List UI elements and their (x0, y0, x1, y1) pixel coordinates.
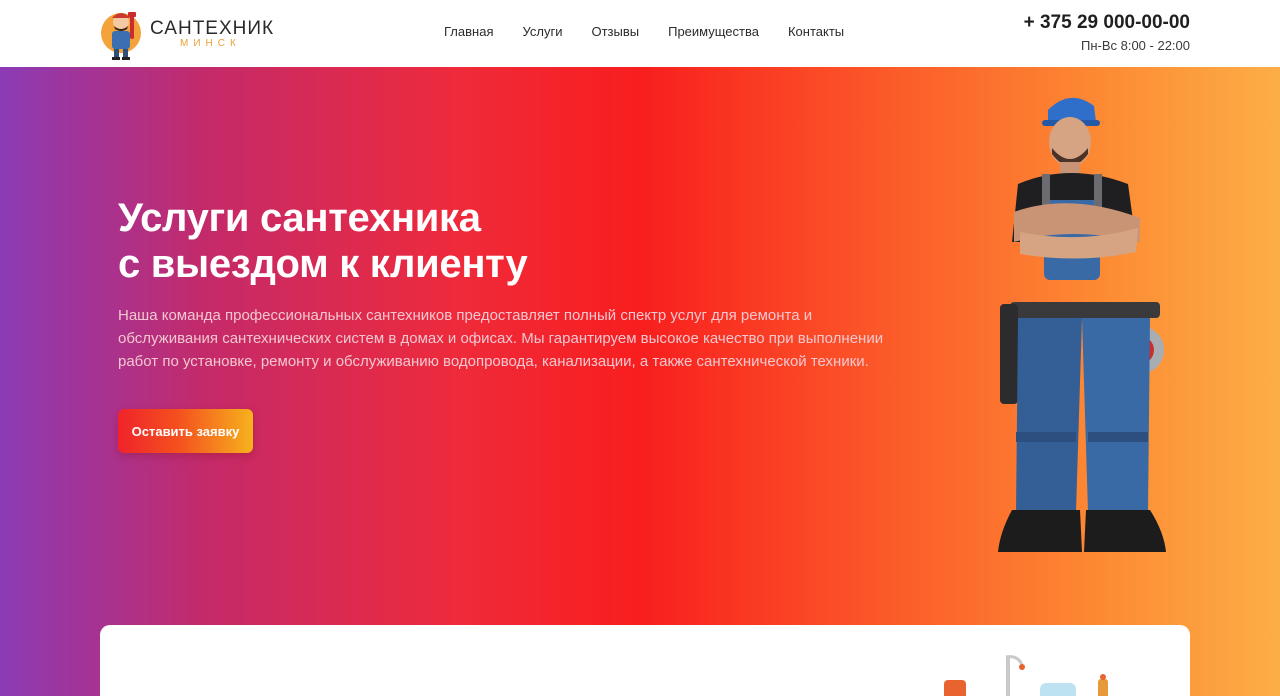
nav-item-reviews[interactable]: Отзывы (591, 24, 639, 44)
hero-title-line-1: Услуги сантехника (118, 196, 481, 240)
nav-item-advantages[interactable]: Преимущества (668, 24, 759, 44)
logo[interactable]: САНТЕХНИК МИНСК (100, 5, 273, 61)
submit-request-button[interactable]: Оставить заявку (118, 409, 253, 453)
plumber-photo (998, 97, 1166, 552)
main-nav: Главная Услуги Отзывы Преимущества Конта… (444, 24, 844, 44)
logo-subtitle: МИНСК (180, 38, 241, 49)
plumber-mascot-icon (101, 12, 141, 60)
nav-item-home[interactable]: Главная (444, 24, 493, 44)
hero-title: Услуги сантехника с выездом к клиенту (118, 195, 528, 287)
hero-section: Услуги сантехника с выездом к клиенту На… (0, 67, 1280, 696)
hero-description: Наша команда профессиональных сантехнико… (118, 307, 884, 370)
hero-title-line-2: с выездом к клиенту (118, 242, 528, 286)
phone-link[interactable]: + 375 29 000-00-00 (1024, 12, 1190, 34)
site-header: САНТЕХНИК МИНСК Главная Услуги Отзывы Пр… (0, 0, 1280, 67)
services-card (100, 625, 1190, 696)
nav-item-services[interactable]: Услуги (522, 24, 562, 44)
nav-item-contacts[interactable]: Контакты (788, 24, 844, 44)
logo-title: САНТЕХНИК (150, 18, 275, 39)
plumbing-fixtures-illustration (944, 655, 1108, 696)
working-hours: Пн-Вс 8:00 - 22:00 (1080, 38, 1190, 53)
